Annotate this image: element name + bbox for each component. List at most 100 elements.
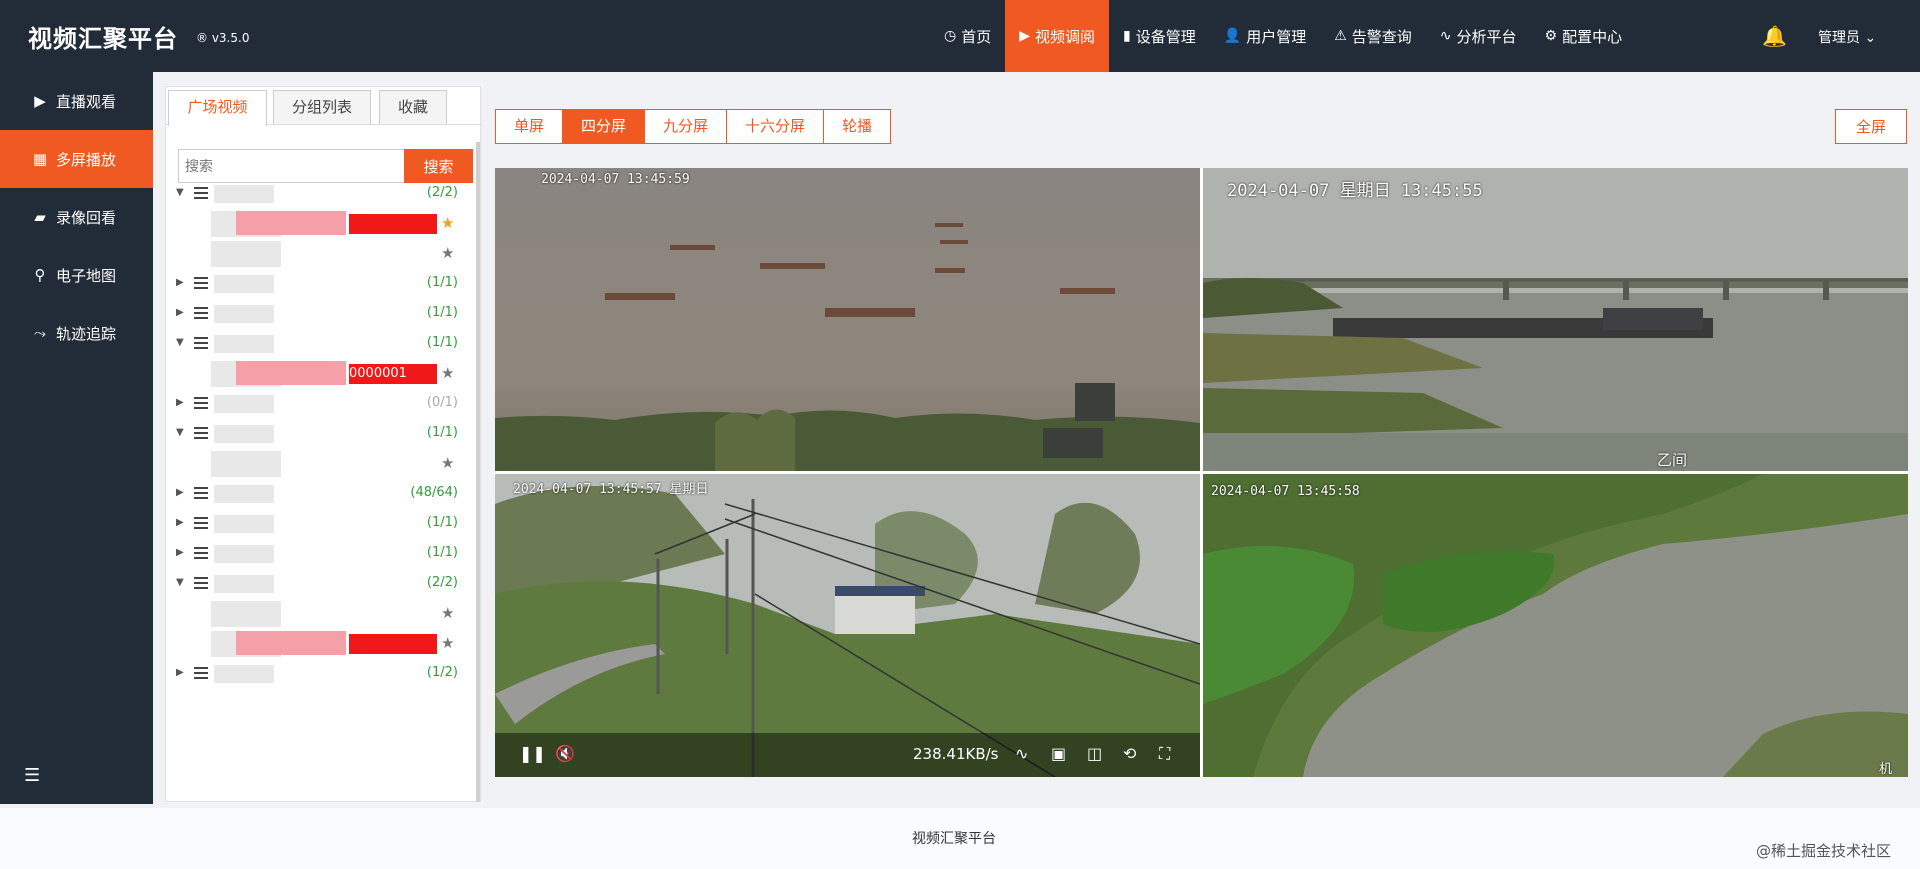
star-icon[interactable]: ★ — [441, 604, 454, 622]
tab-square-video[interactable]: 广场视频 — [168, 90, 267, 126]
video-tile-2[interactable]: 2024-04-07 星期日 13:45:55 乙间 — [1203, 168, 1908, 471]
tree-device-row[interactable]: ★ — [166, 449, 482, 479]
video-frame-riverbank — [1203, 474, 1908, 777]
online-count: (1/1) — [426, 545, 458, 560]
tree-device-row[interactable]: ★ — [166, 629, 482, 659]
device-group-icon — [194, 547, 208, 559]
online-count: (2/2) — [426, 185, 458, 200]
fullscreen-icon[interactable]: ⛶ — [1159, 744, 1170, 764]
caret-right-icon[interactable]: ▶ — [176, 277, 184, 288]
tab-favorites[interactable]: 收藏 — [379, 90, 447, 124]
nav-devices[interactable]: ▮ 设备管理 — [1109, 0, 1210, 72]
page-footer: 视频汇聚平台 — [0, 808, 1920, 869]
redacted-name — [214, 305, 274, 323]
video-timestamp: 2024-04-07 13:45:58 — [1211, 484, 1360, 499]
mode-nine[interactable]: 九分屏 — [645, 109, 728, 144]
tree-device-row[interactable]: ★ — [166, 239, 482, 269]
tree-group-row[interactable]: ▼ (1/1) — [166, 419, 482, 449]
mode-single[interactable]: 单屏 — [495, 109, 564, 144]
tree-group-row[interactable]: ▶ (1/2) — [166, 659, 482, 689]
nav-alarms[interactable]: ⚠ 告警查询 — [1320, 0, 1426, 72]
tree-group-row[interactable]: ▼ (2/2) — [166, 569, 482, 599]
tab-group-list[interactable]: 分组列表 — [273, 90, 371, 124]
sidebar-item-multiscreen[interactable]: ▦ 多屏播放 — [0, 130, 153, 188]
mute-icon[interactable]: 🔇 — [555, 744, 575, 763]
nav-config[interactable]: ⚙ 配置中心 — [1531, 0, 1637, 72]
tree-group-row[interactable]: ▼ (1/1) — [166, 329, 482, 359]
nav-home[interactable]: ◷ 首页 — [930, 0, 1005, 72]
caret-down-icon[interactable]: ▼ — [176, 577, 184, 588]
tree-scrollbar[interactable] — [476, 142, 480, 802]
snapshot-icon[interactable]: ▣ — [1051, 744, 1066, 763]
tree-group-row[interactable]: ▶ (1/1) — [166, 299, 482, 329]
left-sidebar: ▶ 直播观看 ▦ 多屏播放 ▰ 录像回看 ⚲ 电子地图 ⤳ 轨迹追踪 ☰ — [0, 72, 153, 804]
online-count: (1/1) — [426, 425, 458, 440]
caret-right-icon[interactable]: ▶ — [176, 487, 184, 498]
bell-icon[interactable]: 🔔 — [1762, 24, 1787, 48]
fullscreen-button[interactable]: 全屏 — [1835, 109, 1907, 144]
sidebar-item-track[interactable]: ⤳ 轨迹追踪 — [0, 304, 153, 362]
main-nav: ◷ 首页 ▶ 视频调阅 ▮ 设备管理 👤 用户管理 ⚠ 告警查询 ∿ 分析平台 ⚙ 配置中心 — [930, 0, 1636, 72]
route-icon: ⤳ — [33, 324, 46, 342]
nav-analysis[interactable]: ∿ 分析平台 — [1426, 0, 1531, 72]
mode-quad[interactable]: 四分屏 — [563, 109, 646, 144]
mode-carousel[interactable]: 轮播 — [824, 109, 892, 144]
play-icon: ▶ — [34, 92, 46, 110]
caret-down-icon[interactable]: ▼ — [176, 427, 184, 438]
star-icon[interactable]: ★ — [441, 244, 454, 262]
tree-group-row[interactable]: ▶ (1/1) — [166, 509, 482, 539]
redacted-name — [214, 185, 274, 203]
tree-device-row[interactable]: ★ — [166, 599, 482, 629]
tree-group-row[interactable]: ▶ (1/1) — [166, 539, 482, 569]
sidebar-item-live[interactable]: ▶ 直播观看 — [0, 72, 153, 130]
nav-users[interactable]: 👤 用户管理 — [1210, 0, 1320, 72]
video-tile-3[interactable]: 2024-04-07 13:45:57 星期日 ❚❚ 🔇 238.41KB/s … — [495, 474, 1200, 777]
search-input[interactable] — [178, 149, 406, 183]
video-tile-1[interactable]: 2024-04-07 13:45:59 — [495, 168, 1200, 471]
alarm-icon: ⚠ — [1334, 28, 1347, 44]
redacted-name — [214, 335, 274, 353]
collapse-menu-icon[interactable]: ☰ — [24, 765, 40, 786]
caret-right-icon[interactable]: ▶ — [176, 307, 184, 318]
video-frame-river-boats — [495, 168, 1200, 471]
caret-down-icon[interactable]: ▼ — [176, 337, 184, 348]
nav-video[interactable]: ▶ 视频调阅 — [1005, 0, 1110, 72]
waveform-icon[interactable]: ∿ — [1015, 744, 1028, 763]
redacted-label — [236, 631, 346, 655]
video-tile-4[interactable]: 2024-04-07 13:45:58 机 — [1203, 474, 1908, 777]
caret-down-icon[interactable]: ▼ — [176, 187, 184, 198]
tree-group-row[interactable]: ▶ (48/64) — [166, 479, 482, 509]
device-group-icon — [194, 307, 208, 319]
caret-right-icon[interactable]: ▶ — [176, 397, 184, 408]
device-group-icon — [194, 577, 208, 589]
caret-right-icon[interactable]: ▶ — [176, 667, 184, 678]
play-circle-icon: ▶ — [1019, 28, 1031, 44]
caret-right-icon[interactable]: ▶ — [176, 547, 184, 558]
ptz-icon[interactable]: ⟲ — [1123, 744, 1136, 763]
search-button[interactable]: 搜索 — [404, 149, 473, 183]
sidebar-item-playback[interactable]: ▰ 录像回看 — [0, 188, 153, 246]
screen-mode-group: 单屏 四分屏 九分屏 十六分屏 轮播 — [495, 109, 892, 144]
tree-device-row[interactable]: ★ — [166, 209, 482, 239]
sidebar-item-map[interactable]: ⚲ 电子地图 — [0, 246, 153, 304]
user-menu[interactable]: 管理员 ⌄ — [1818, 27, 1876, 47]
video-corner-label: 乙间 — [1657, 451, 1688, 469]
tree-tabs: 广场视频 分组列表 收藏 — [166, 87, 482, 126]
video-grid: 2024-04-07 13:45:59 2024-04-07 星期日 13:45 — [495, 168, 1908, 777]
mode-sixteen[interactable]: 十六分屏 — [727, 109, 825, 144]
star-icon[interactable]: ★ — [441, 364, 454, 382]
tree-group-row[interactable]: ▶ (0/1) — [166, 389, 482, 419]
record-icon[interactable]: ◫ — [1087, 744, 1102, 763]
redacted-name — [214, 515, 274, 533]
online-count: (1/1) — [426, 515, 458, 530]
favorite-star-icon[interactable]: ★ — [441, 214, 454, 232]
tree-group-row[interactable]: ▶ (1/1) — [166, 269, 482, 299]
caret-right-icon[interactable]: ▶ — [176, 517, 184, 528]
redacted-name — [214, 575, 274, 593]
star-icon[interactable]: ★ — [441, 454, 454, 472]
tree-group-row[interactable]: ▼ (2/2) — [166, 179, 482, 209]
device-group-icon — [194, 667, 208, 679]
star-icon[interactable]: ★ — [441, 634, 454, 652]
tree-device-row[interactable]: 0000001 ★ — [166, 359, 482, 389]
pause-icon[interactable]: ❚❚ — [519, 744, 546, 763]
